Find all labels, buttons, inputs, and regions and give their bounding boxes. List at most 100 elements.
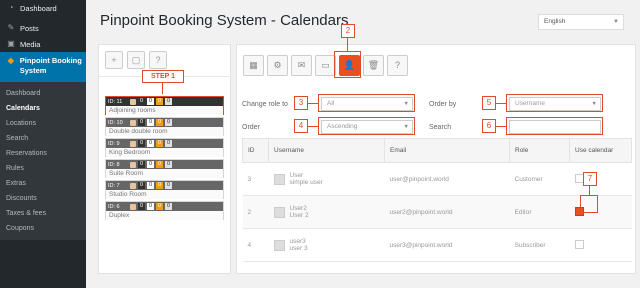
calendar-name: Duplex	[106, 211, 223, 220]
table-row: 4 user3 user 3 user3@pinpoint.world Subscrib…	[242, 228, 632, 262]
avatar	[130, 203, 136, 210]
use-calendar-checkbox[interactable]	[574, 239, 584, 249]
sidebar-submenu: Dashboard Calendars Locations Search Res…	[0, 82, 86, 240]
user-email: user@pinpoint.world	[384, 162, 510, 196]
callout-2: 2	[341, 24, 355, 38]
submenu-reservations[interactable]: Reservations	[0, 146, 86, 161]
avatar	[130, 140, 136, 147]
calendar-count: 0	[165, 182, 172, 189]
add-calendar-button[interactable]: +	[105, 51, 123, 69]
calendar-id: ID: 9	[108, 140, 120, 147]
submenu-dashboard[interactable]: Dashboard	[0, 86, 86, 101]
calendar-item-header: ID: 11 0 0 0 0	[106, 97, 223, 106]
delete-icon[interactable]: 🗑	[363, 55, 384, 76]
order-label: Order	[242, 124, 260, 131]
calendar-count: 0	[147, 98, 154, 105]
table-row: 2 User2 User 2 user2@pinpoint.world Editor	[242, 195, 632, 229]
calendar-count: 0	[147, 203, 154, 210]
calendar-list-item[interactable]: ID: 10 0 0 0 0 Double double room	[105, 117, 224, 136]
order-by-label: Order by	[429, 101, 457, 108]
user-info: User2 User 2	[290, 205, 309, 219]
highlight-change-role	[318, 94, 415, 112]
column-header-id[interactable]: ID	[242, 138, 269, 163]
table-header-row: ID Username Email Role Use calendar	[242, 138, 632, 163]
submenu-discounts[interactable]: Discounts	[0, 191, 86, 206]
payment-icon[interactable]: ▭	[315, 55, 336, 76]
calendar-item-header: ID: 60000	[106, 202, 223, 211]
avatar	[130, 98, 136, 105]
use-calendar-cell	[569, 162, 632, 196]
callout-3: 3	[294, 96, 308, 110]
calendar-count: 0	[165, 98, 172, 105]
calendar-count: 0	[138, 98, 145, 105]
admin-sidebar: ◔ Dashboard ✎ Posts ▣ Media ◆ Pinpoint B…	[0, 0, 86, 288]
language-select[interactable]: English ▼	[538, 14, 624, 30]
settings-icon[interactable]: ⚙	[267, 55, 288, 76]
calendar-count: 0	[165, 140, 172, 147]
user-id: 4	[242, 228, 269, 262]
calendar-item-header: ID: 10 0 0 0 0	[106, 118, 223, 127]
calendar-icon[interactable]: ▦	[243, 55, 264, 76]
submenu-rules[interactable]: Rules	[0, 161, 86, 176]
calendar-id: ID: 7	[108, 182, 120, 189]
calendar-toolbar: ▦ ⚙ ✉ ▭ 👤 🗑 ?	[243, 55, 408, 76]
sidebar-item-pinpoint[interactable]: ◆ Pinpoint Booking System	[0, 52, 86, 82]
calendar-count: 0	[138, 119, 145, 126]
help-icon[interactable]: ?	[387, 55, 408, 76]
highlight-search	[506, 117, 603, 135]
column-header-email[interactable]: Email	[384, 138, 510, 163]
highlight-order-by	[506, 94, 603, 112]
pinpoint-logo-icon: ◆	[7, 56, 14, 65]
help-button[interactable]: ?	[149, 51, 167, 69]
submenu-extras[interactable]: Extras	[0, 176, 86, 191]
user-role: Subscriber	[509, 228, 570, 262]
calendar-count: 0	[165, 203, 172, 210]
sidebar-item-dashboard[interactable]: ◔ Dashboard	[0, 0, 86, 16]
calendar-count: 0	[156, 119, 163, 126]
column-header-username[interactable]: Username	[268, 138, 385, 163]
search-label: Search	[429, 124, 452, 131]
submenu-coupons[interactable]: Coupons	[0, 221, 86, 236]
calendar-count: 0	[147, 119, 154, 126]
calendar-count: 0	[156, 98, 163, 105]
user-info: User simple user	[290, 172, 323, 186]
calendar-list-item[interactable]: ID: 9 0 0 0 0 King Bedroom	[105, 138, 224, 157]
callout-5-connector	[496, 103, 506, 104]
step-1-label: STEP 1	[142, 70, 184, 83]
notifications-icon[interactable]: ✉	[291, 55, 312, 76]
calendar-list-item[interactable]: ID: 6 0 0 0 0 Duplex	[105, 201, 224, 220]
sidebar-item-media[interactable]: ▣ Media	[0, 36, 86, 52]
users-table-body: 3 User simple user user@pinpoint.world Custo…	[242, 162, 632, 262]
user-id: 2	[242, 195, 269, 229]
calendar-list-item[interactable]: ID: 8 0 0 0 0 Suite Room	[105, 159, 224, 178]
submenu-taxes-fees[interactable]: Taxes & fees	[0, 206, 86, 221]
sidebar-item-label: Media	[20, 39, 41, 49]
highlight-users-tab	[334, 51, 361, 78]
calendar-count: 0	[138, 161, 145, 168]
calendar-count: 0	[138, 182, 145, 189]
avatar	[130, 161, 136, 168]
calendar-list-item[interactable]: ID: 11 0 0 0 0 Adjoining rooms	[105, 96, 224, 115]
calendar-count: 0	[138, 203, 145, 210]
user-cell: User2 User 2	[273, 205, 385, 219]
calendar-users-panel: ▦ ⚙ ✉ ▭ 👤 🗑 ? Change role to All ▼ Order…	[236, 44, 636, 274]
calendar-list-item[interactable]: ID: 7 0 0 0 0 Studio Room	[105, 180, 224, 199]
submenu-locations[interactable]: Locations	[0, 116, 86, 131]
callout-7: 7	[583, 172, 597, 186]
user-display-name: User 2	[289, 212, 309, 219]
user-role: Customer	[509, 162, 570, 196]
sidebar-item-posts[interactable]: ✎ Posts	[0, 20, 86, 36]
highlight-use-calendar	[580, 195, 598, 213]
table-row: 3 User simple user user@pinpoint.world Custo…	[242, 162, 632, 196]
column-header-use-calendar: Use calendar	[569, 138, 632, 163]
duplicate-calendar-button[interactable]: ▢	[127, 51, 145, 69]
column-header-role[interactable]: Role	[509, 138, 570, 163]
media-icon: ▣	[7, 39, 15, 48]
callout-5: 5	[482, 96, 496, 110]
calendar-count: 0	[147, 140, 154, 147]
calendar-count: 0	[156, 203, 163, 210]
submenu-calendars[interactable]: Calendars	[0, 101, 86, 116]
change-role-label: Change role to	[242, 101, 288, 108]
submenu-search[interactable]: Search	[0, 131, 86, 146]
calendar-name: Adjoining rooms	[106, 106, 223, 115]
